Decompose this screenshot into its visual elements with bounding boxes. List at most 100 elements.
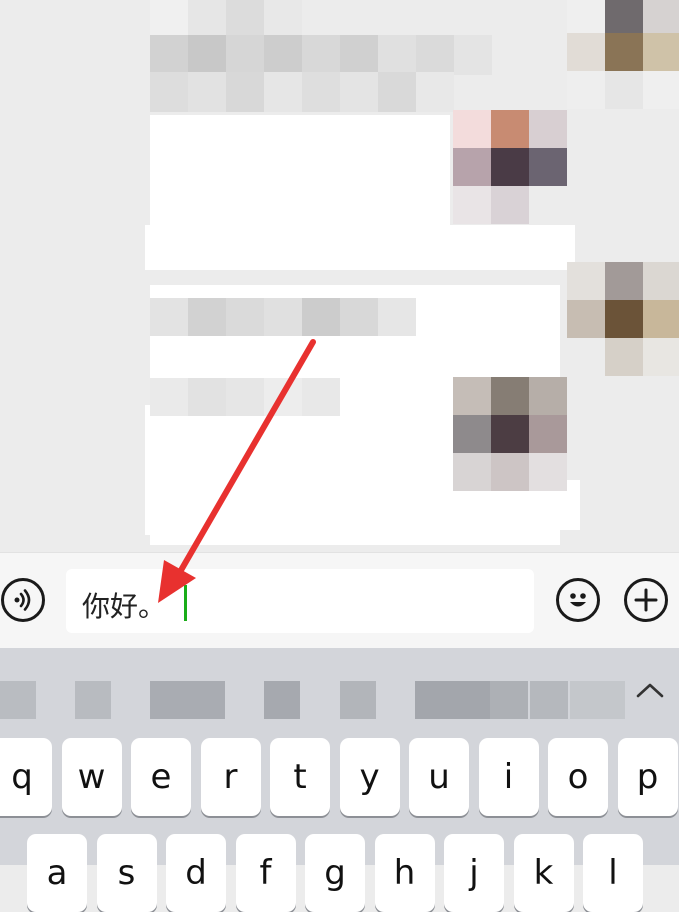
avatar-pixel <box>567 33 605 71</box>
candidate-word-blurred[interactable] <box>75 681 111 719</box>
pixelated-text <box>302 35 340 75</box>
avatar-pixel <box>605 71 643 109</box>
key-d[interactable]: d <box>166 834 226 912</box>
avatar-pixel <box>567 0 605 33</box>
key-j[interactable]: j <box>444 834 504 912</box>
avatar-pixel <box>605 338 643 376</box>
key-g[interactable]: g <box>305 834 365 912</box>
avatar-pixel <box>605 262 643 300</box>
avatar-pixel <box>491 453 529 491</box>
avatar-pixel <box>453 148 491 186</box>
avatar-pixel <box>453 110 491 148</box>
key-q[interactable]: q <box>0 738 52 816</box>
voice-wave-icon <box>14 589 31 611</box>
message-text-input[interactable]: 你好。 <box>66 569 534 633</box>
avatar-pixel <box>529 453 567 491</box>
pixelated-text <box>150 298 188 336</box>
avatar-pixel <box>643 33 679 71</box>
pixelated-text <box>340 35 378 75</box>
avatar-pixel <box>567 338 605 376</box>
on-screen-keyboard: qwertyuiop asdfghjkl <box>0 648 679 912</box>
pixelated-text <box>188 0 226 40</box>
candidate-word-blurred[interactable] <box>530 681 568 719</box>
pixelated-text <box>264 0 302 40</box>
avatar-pixel <box>529 415 567 453</box>
candidate-suggestion-row <box>0 648 679 736</box>
avatar-pixel <box>491 110 529 148</box>
key-f[interactable]: f <box>235 834 296 912</box>
pixelated-text <box>226 378 264 416</box>
pixelated-text <box>150 35 188 75</box>
pixelated-text <box>302 72 340 112</box>
avatar-pixel <box>567 300 605 338</box>
chevron-up-icon[interactable] <box>632 676 668 706</box>
pixelated-text <box>416 72 454 112</box>
avatar-pixel <box>643 0 679 33</box>
text-caret <box>184 585 187 621</box>
key-k[interactable]: k <box>513 834 574 912</box>
pixelated-text <box>340 298 378 336</box>
pixelated-text <box>378 72 416 112</box>
pixelated-text <box>454 35 492 75</box>
pixelated-text <box>302 298 340 336</box>
avatar-pixel <box>491 148 529 186</box>
smiley-face-icon <box>570 593 586 607</box>
pixelated-text <box>378 298 416 336</box>
pixelated-text <box>264 35 302 75</box>
avatar-pixel <box>453 377 491 415</box>
key-e[interactable]: e <box>131 738 191 816</box>
pixelated-text <box>302 378 340 416</box>
key-u[interactable]: u <box>409 738 469 816</box>
candidate-word-blurred[interactable] <box>340 681 376 719</box>
avatar-pixel <box>529 110 567 148</box>
pixelated-text <box>226 35 264 75</box>
key-i[interactable]: i <box>478 738 539 816</box>
avatar-pixel <box>567 71 605 109</box>
emoji-button[interactable] <box>556 578 600 622</box>
key-r[interactable]: r <box>200 738 261 816</box>
key-p[interactable]: p <box>617 738 678 816</box>
message-input-bar: 你好。 <box>0 552 679 649</box>
avatar-pixel <box>529 377 567 415</box>
key-a[interactable]: a <box>27 834 87 912</box>
avatar-pixel <box>643 262 679 300</box>
message-bubble-blurred <box>150 115 450 235</box>
candidate-word-blurred[interactable] <box>570 681 625 719</box>
candidate-word-blurred[interactable] <box>415 681 490 719</box>
pixelated-text <box>416 35 454 75</box>
pixelated-text <box>264 298 302 336</box>
pixelated-text <box>150 378 188 416</box>
avatar-pixel <box>453 186 491 224</box>
key-y[interactable]: y <box>339 738 400 816</box>
more-options-button[interactable] <box>624 578 668 622</box>
avatar-pixel <box>453 453 491 491</box>
candidate-word-blurred[interactable] <box>0 681 36 719</box>
pixelated-text <box>264 378 302 416</box>
avatar-pixel <box>605 0 643 33</box>
key-l[interactable]: l <box>583 834 643 912</box>
key-o[interactable]: o <box>548 738 608 816</box>
key-w[interactable]: w <box>61 738 122 816</box>
avatar-pixel <box>529 148 567 186</box>
candidate-word-blurred[interactable] <box>490 681 528 719</box>
candidate-word-blurred[interactable] <box>264 681 300 719</box>
pixelated-text <box>188 378 226 416</box>
pixelated-text <box>226 0 264 40</box>
key-s[interactable]: s <box>96 834 157 912</box>
key-h[interactable]: h <box>374 834 435 912</box>
pixelated-text <box>340 72 378 112</box>
avatar-pixel <box>529 186 567 224</box>
pixelated-text <box>188 298 226 336</box>
pixelated-text <box>378 35 416 75</box>
avatar-pixel <box>453 415 491 453</box>
candidate-word-blurred[interactable] <box>150 681 225 719</box>
message-text-value: 你好。 <box>82 590 167 623</box>
voice-button[interactable] <box>1 578 45 622</box>
message-bubble-blurred <box>145 225 575 270</box>
avatar-pixel <box>643 71 679 109</box>
key-t[interactable]: t <box>270 738 330 816</box>
avatar-pixel <box>491 377 529 415</box>
pixelated-text <box>150 72 188 112</box>
pixelated-text <box>188 35 226 75</box>
plus-circle-icon <box>634 588 658 612</box>
